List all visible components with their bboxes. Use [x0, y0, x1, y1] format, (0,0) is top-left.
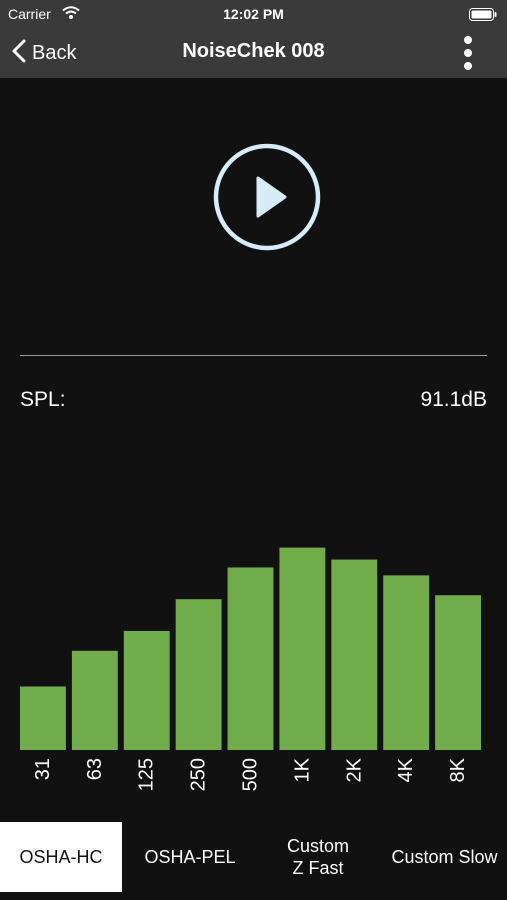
bar-8K — [435, 595, 481, 750]
tick-label-500: 500 — [240, 758, 262, 791]
tab-label: Custom Slow — [391, 847, 498, 867]
chevron-left-icon — [12, 39, 26, 68]
bar-63 — [71, 650, 118, 750]
tab-osha-pel[interactable]: OSHA-PEL — [126, 822, 254, 892]
bar-125 — [123, 630, 170, 750]
tab-label: Custom Z Fast — [286, 836, 349, 878]
tick-label-8K: 8K — [447, 757, 469, 782]
bar-250 — [175, 599, 222, 750]
spectrum-bar-chart: 31 63 125 250 500 1K 2K 4K 8K — [20, 547, 481, 791]
bar-500 — [227, 567, 274, 750]
tick-label-125: 125 — [136, 758, 158, 791]
bar-4K — [383, 575, 430, 750]
more-vertical-icon — [455, 36, 481, 76]
tick-label-1K: 1K — [291, 757, 313, 782]
navigation-bar: Back NoiseChek 008 — [0, 28, 507, 78]
tab-osha-hc[interactable]: OSHA-HC — [0, 822, 122, 892]
tab-custom-slow[interactable]: Custom Slow — [382, 822, 507, 892]
more-options-button[interactable] — [455, 34, 481, 72]
tab-custom-z-fast[interactable]: Custom Z Fast — [256, 822, 380, 892]
play-icon — [212, 143, 322, 256]
spl-value: 91.1dB — [420, 388, 487, 411]
divider — [20, 355, 487, 356]
tab-label: OSHA-PEL — [144, 847, 236, 867]
tick-label-2K: 2K — [343, 757, 365, 782]
wifi-icon — [62, 6, 80, 22]
weighting-tabs: OSHA-HC OSHA-PEL Custom Z Fast Custom Sl… — [0, 822, 507, 892]
back-label: Back — [32, 41, 77, 64]
back-button[interactable]: Back — [12, 36, 76, 70]
bar-1K — [279, 547, 326, 750]
tick-label-4K: 4K — [395, 757, 417, 782]
tick-label-63: 63 — [84, 758, 106, 780]
spl-label: SPL: — [20, 388, 66, 411]
tab-label: OSHA-HC — [19, 847, 103, 867]
play-button[interactable] — [212, 142, 322, 252]
bar-2K — [331, 559, 378, 750]
carrier-label: Carrier — [8, 6, 51, 22]
battery-icon — [469, 8, 497, 24]
tick-label-250: 250 — [188, 758, 210, 791]
status-bar: Carrier 12:02 PM — [0, 0, 507, 28]
bar-31 — [20, 686, 66, 750]
tick-label-31: 31 — [32, 758, 54, 780]
